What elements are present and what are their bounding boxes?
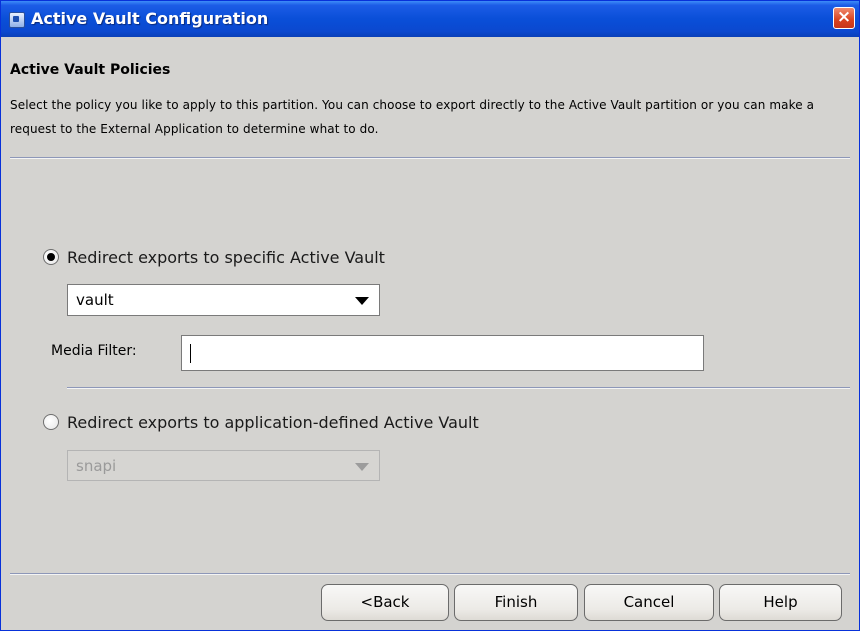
close-button[interactable]: × (833, 7, 855, 29)
section-description: Select the policy you like to apply to t… (10, 98, 815, 136)
vault-select[interactable]: vault (67, 284, 380, 316)
radio-application-label: Redirect exports to application-defined … (67, 412, 479, 432)
app-icon (9, 12, 25, 28)
media-filter-input[interactable] (181, 335, 704, 371)
window-title: Active Vault Configuration (31, 9, 269, 28)
finish-button[interactable]: Finish (454, 584, 578, 621)
header-divider (10, 157, 850, 159)
vault-select-value: vault (76, 291, 114, 309)
radio-button-specific[interactable] (43, 249, 59, 265)
dialog-window: Active Vault Configuration × Active Vaul… (0, 0, 860, 631)
title-bar[interactable]: Active Vault Configuration × (1, 1, 859, 37)
media-filter-label: Media Filter: (51, 343, 137, 359)
footer-divider (10, 573, 850, 575)
section-title: Active Vault Policies (10, 62, 171, 78)
back-button[interactable]: <Back (321, 584, 449, 621)
options-divider (67, 387, 850, 389)
help-button[interactable]: Help (719, 584, 842, 621)
text-caret (190, 344, 191, 363)
radio-application-vault[interactable]: Redirect exports to application-defined … (43, 412, 479, 432)
policies-header: Active Vault Policies Select the policy … (1, 37, 859, 158)
application-vault-select: snapi (67, 450, 380, 481)
chevron-down-icon[interactable] (355, 297, 369, 305)
radio-specific-label: Redirect exports to specific Active Vaul… (67, 247, 385, 267)
radio-button-application[interactable] (43, 414, 59, 430)
chevron-down-icon (355, 463, 369, 471)
cancel-button[interactable]: Cancel (584, 584, 714, 621)
radio-specific-vault[interactable]: Redirect exports to specific Active Vaul… (43, 247, 385, 267)
application-vault-select-value: snapi (76, 457, 117, 475)
